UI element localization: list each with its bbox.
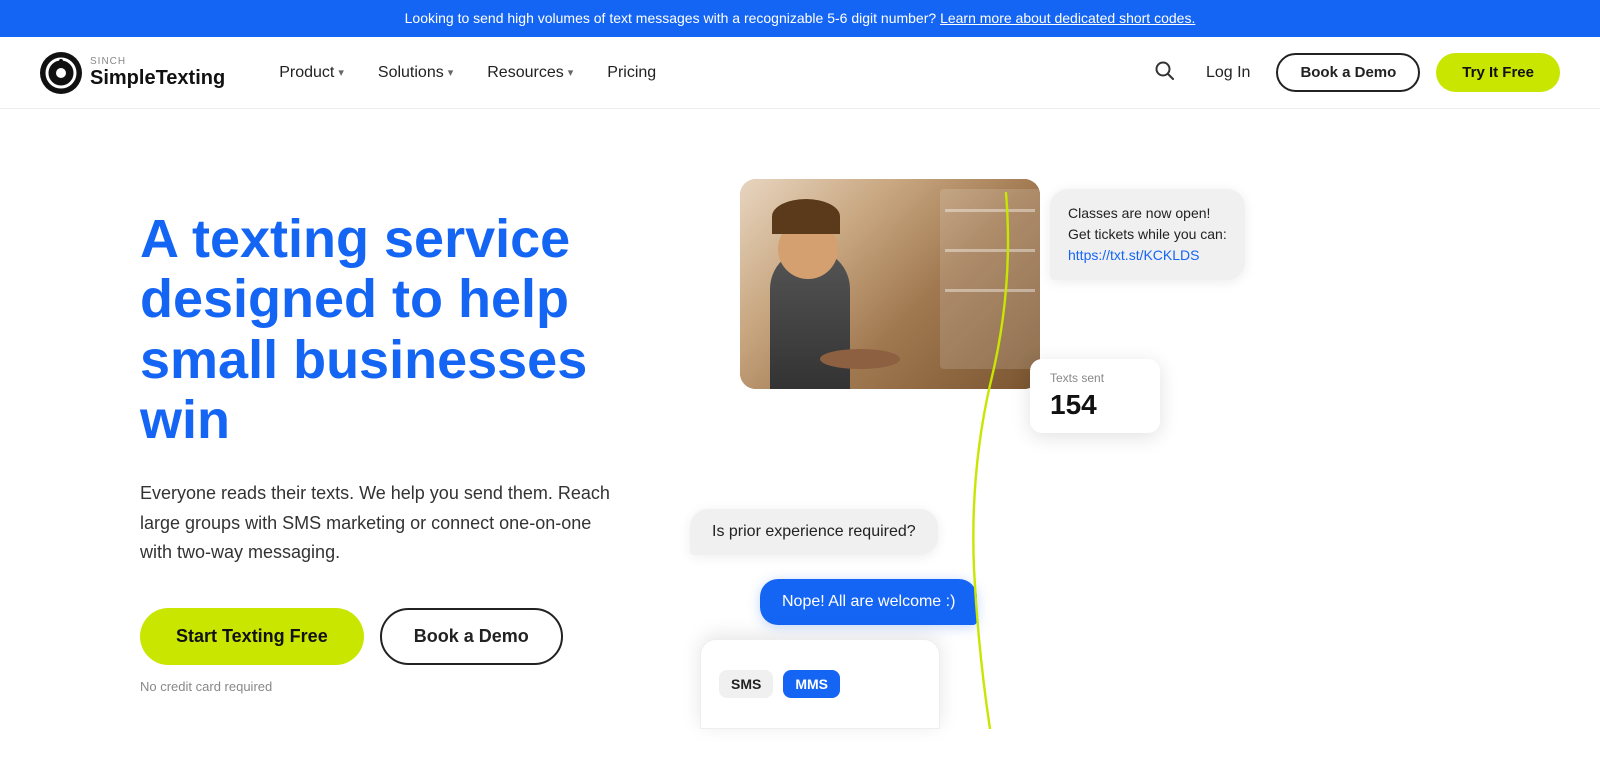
- logo-icon: [40, 52, 82, 94]
- mms-tag: MMS: [783, 670, 840, 698]
- chevron-down-icon: ▾: [568, 66, 574, 79]
- brand-label: SimpleTexting: [90, 67, 225, 89]
- message-question: Is prior experience required?: [690, 509, 938, 555]
- logo-text: SINCH SimpleTexting: [90, 56, 225, 89]
- start-texting-button[interactable]: Start Texting Free: [140, 608, 364, 665]
- texts-sent-count: 154: [1050, 389, 1140, 421]
- logo[interactable]: SINCH SimpleTexting: [40, 52, 225, 94]
- nav-solutions[interactable]: Solutions ▾: [364, 56, 467, 90]
- nav-resources[interactable]: Resources ▾: [473, 56, 587, 90]
- pottery-scene: [740, 179, 1040, 389]
- bubble-line1: Classes are now open!: [1068, 205, 1210, 221]
- message-bubble-top: Classes are now open! Get tickets while …: [1050, 189, 1245, 280]
- try-free-button[interactable]: Try It Free: [1436, 53, 1560, 92]
- hero-buttons: Start Texting Free Book a Demo: [140, 608, 660, 665]
- hero-title: A texting service designed to help small…: [140, 209, 660, 451]
- bubble-line3: https://txt.st/KCKLDS: [1068, 247, 1200, 263]
- nav-right: Log In Book a Demo Try It Free: [1148, 53, 1560, 92]
- banner-text: Looking to send high volumes of text mes…: [405, 10, 937, 26]
- banner-link[interactable]: Learn more about dedicated short codes.: [940, 10, 1195, 26]
- hero-left: A texting service designed to help small…: [140, 169, 660, 694]
- message-reply: Nope! All are welcome :): [760, 579, 977, 625]
- nav-product[interactable]: Product ▾: [265, 56, 358, 90]
- chevron-down-icon: ▾: [448, 66, 454, 79]
- phone-bottom: SMS MMS: [700, 639, 940, 729]
- book-demo-button[interactable]: Book a Demo: [1276, 53, 1420, 92]
- book-demo-hero-button[interactable]: Book a Demo: [380, 608, 563, 665]
- top-banner: Looking to send high volumes of text mes…: [0, 0, 1600, 37]
- hero-right: Classes are now open! Get tickets while …: [660, 169, 1560, 729]
- chevron-down-icon: ▾: [338, 66, 344, 79]
- sinch-label: SINCH: [90, 56, 225, 67]
- hero-section: A texting service designed to help small…: [0, 109, 1600, 769]
- navbar: SINCH SimpleTexting Product ▾ Solutions …: [0, 37, 1600, 109]
- hero-subtitle: Everyone reads their texts. We help you …: [140, 479, 620, 568]
- sms-tag: SMS: [719, 670, 773, 698]
- texts-sent-badge: Texts sent 154: [1030, 359, 1160, 433]
- nav-links: Product ▾ Solutions ▾ Resources ▾ Pricin…: [265, 56, 1148, 90]
- texts-sent-label: Texts sent: [1050, 371, 1140, 385]
- pottery-image: [740, 179, 1040, 389]
- nav-pricing[interactable]: Pricing: [593, 56, 670, 90]
- login-button[interactable]: Log In: [1196, 58, 1260, 88]
- bubble-line2: Get tickets while you can:: [1068, 226, 1227, 242]
- search-icon[interactable]: [1148, 54, 1180, 91]
- no-cc-text: No credit card required: [140, 679, 660, 694]
